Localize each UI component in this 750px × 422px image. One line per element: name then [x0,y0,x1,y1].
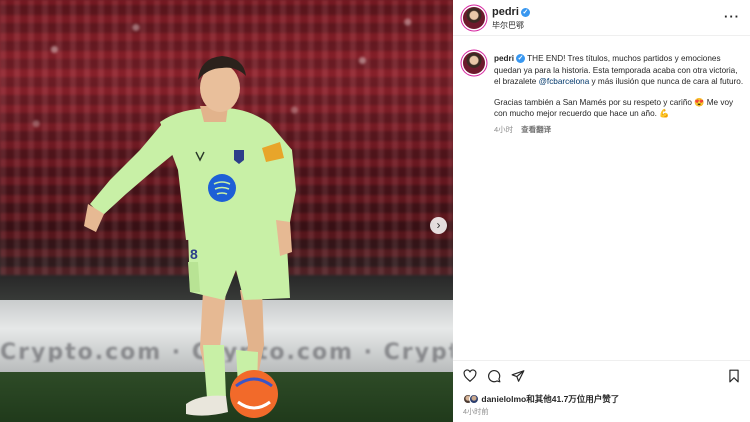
post-timestamp: 4小时前 [463,407,489,416]
chevron-right-icon[interactable]: › [430,217,447,234]
caption-paragraph-1: pedri ✓ THE END! Tres títulos, muchos par… [494,53,744,88]
caption-text-2: y más ilusión que nunca de cara al futur… [591,77,744,87]
caption-meta: 4小时 查看翻译 [494,124,744,136]
see-translation-link[interactable]: 查看翻译 [521,125,551,134]
post-panel: pedri ✓ 毕尔巴鄂 ··· pedri ✓ THE END! Tres tít… [453,0,750,422]
post-photo: Crypto.com · Crypto.com · Crypto.com [0,0,453,422]
action-bar: danielolmo和其他41.7万位用户赞了 4小时前 [453,360,750,422]
location-link[interactable]: 毕尔巴鄂 [492,20,524,31]
header-username[interactable]: pedri [492,6,519,18]
verified-icon: ✓ [520,8,530,17]
heart-icon[interactable] [463,369,477,383]
post-header: pedri ✓ 毕尔巴鄂 ··· [453,0,750,36]
caption-time: 4小时 [494,124,514,134]
more-icon[interactable]: ··· [724,9,740,24]
likes-count-text[interactable]: 和其他41.7万位用户赞了 [526,394,619,404]
jersey-number: 8 [190,246,198,262]
comment-icon[interactable] [487,369,501,383]
share-icon[interactable] [511,369,525,383]
liker-avatar [469,394,479,404]
player-figure [84,56,296,418]
caption-username[interactable]: pedri [494,54,514,63]
header-username-row[interactable]: pedri ✓ [492,6,530,18]
caption-body: pedri ✓ THE END! Tres títulos, muchos par… [494,53,744,136]
verified-icon: ✓ [516,54,526,63]
liker-username[interactable]: danielolmo [481,394,526,404]
bookmark-icon[interactable] [727,369,741,383]
likes-summary[interactable]: danielolmo和其他41.7万位用户赞了 [463,393,619,405]
caption-avatar[interactable] [463,52,485,74]
avatar[interactable] [463,7,485,29]
caption-paragraph-2: Gracias también a San Mamés por su respe… [494,97,734,119]
mention-link[interactable]: @fcbarcelona [539,77,590,86]
